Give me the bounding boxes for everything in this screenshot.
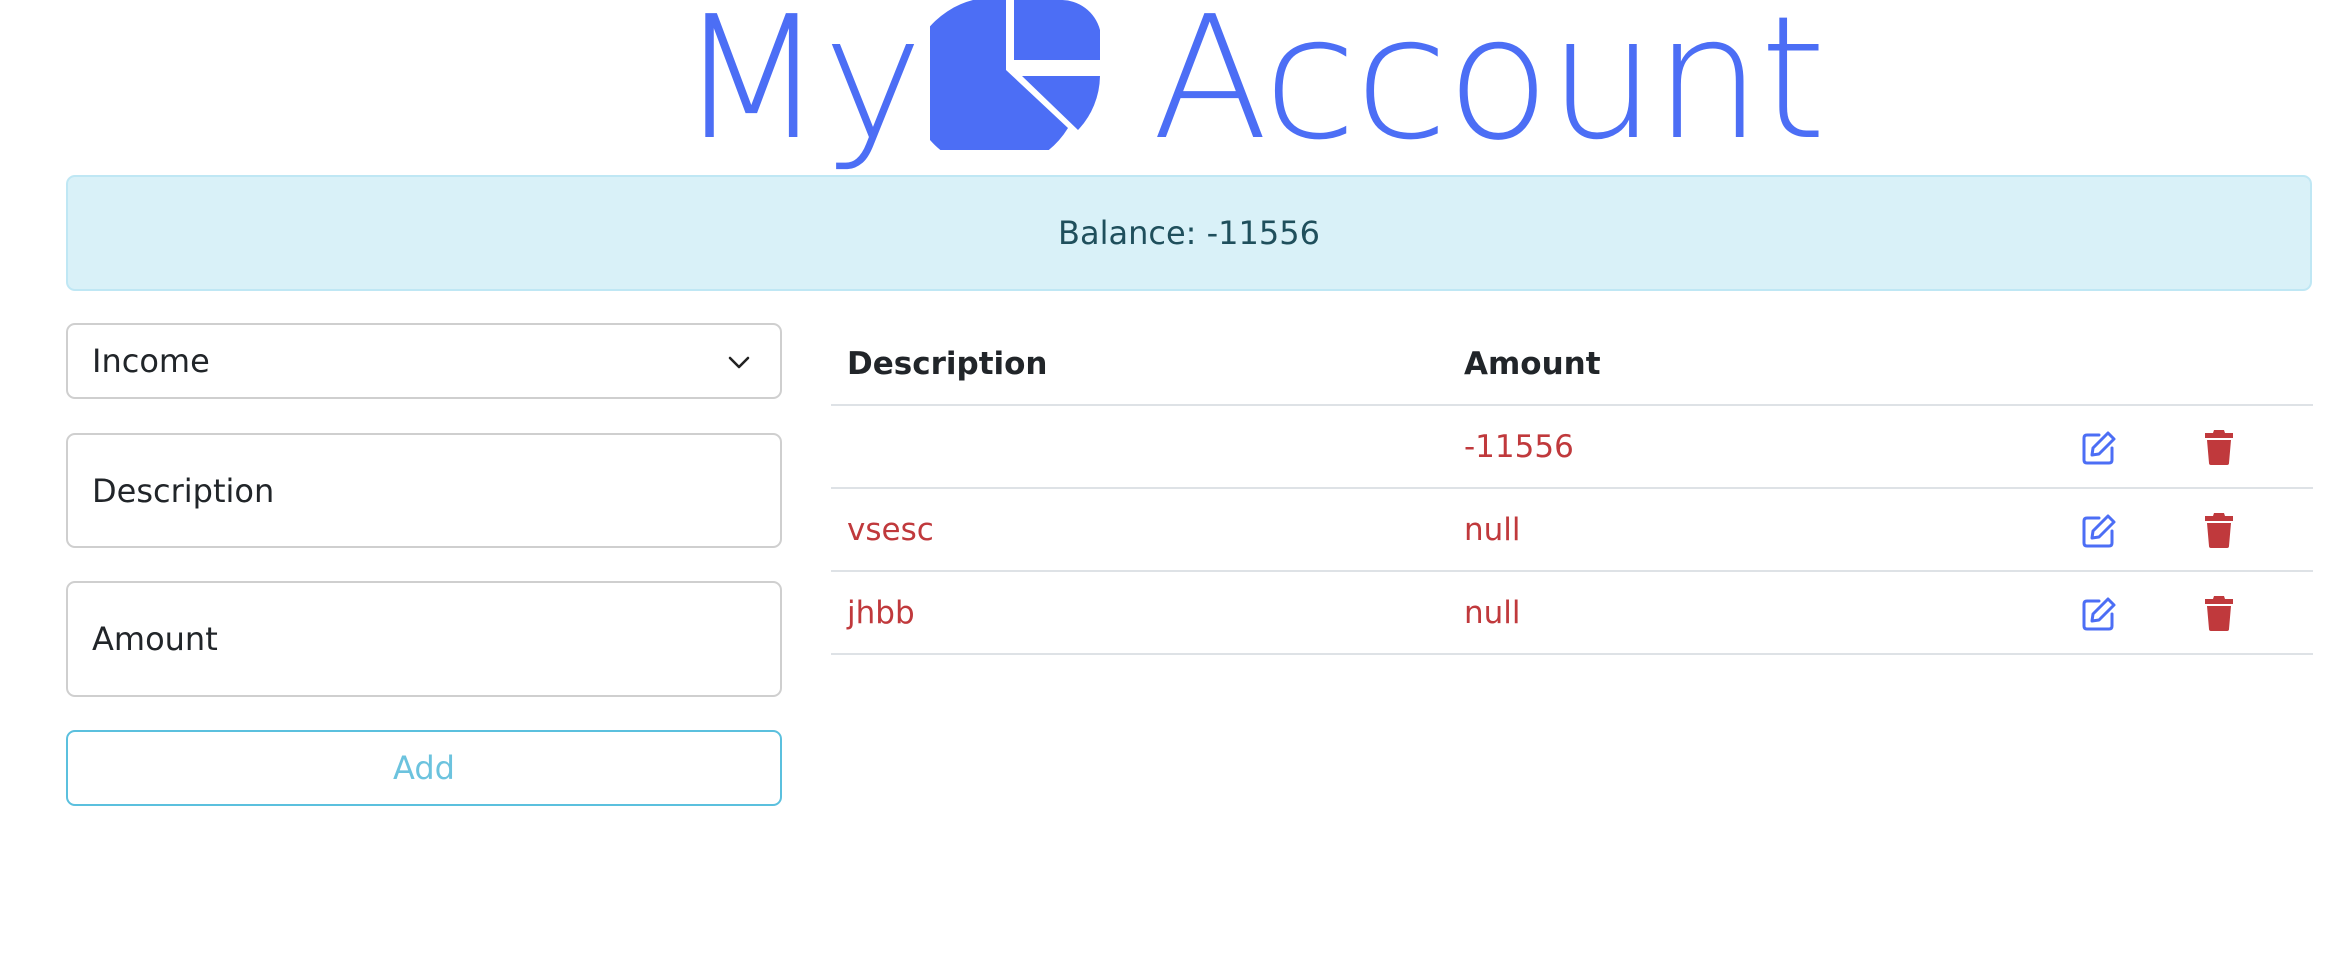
title-account: Account	[1152, 0, 1826, 178]
table-row: vsesc null	[831, 489, 2313, 572]
page-title: My Account	[0, 0, 2338, 168]
transactions-table: Description Amount -11556 vsesc null jhb…	[831, 323, 2313, 655]
add-button[interactable]: Add	[66, 730, 782, 806]
amount-input[interactable]: Amount	[66, 581, 782, 697]
trash-icon[interactable]	[2204, 429, 2234, 465]
balance-alert: Balance: -11556	[66, 175, 2312, 291]
pie-chart-icon	[930, 0, 1100, 150]
amount-placeholder: Amount	[92, 620, 218, 658]
chevron-down-icon	[728, 356, 750, 369]
trash-icon[interactable]	[2204, 595, 2234, 631]
row-amount: null	[1464, 512, 1521, 548]
row-amount: -11556	[1464, 429, 1574, 465]
row-amount: null	[1464, 595, 1521, 631]
row-description	[847, 406, 1447, 488]
table-header-row: Description Amount	[831, 323, 2313, 406]
column-header-amount: Amount	[1464, 346, 1601, 382]
row-description: jhbb	[847, 595, 915, 631]
balance-text: Balance: -11556	[1058, 214, 1320, 252]
table-row: jhbb null	[831, 572, 2313, 655]
type-select-value: Income	[92, 342, 210, 380]
table-row: -11556	[831, 406, 2313, 489]
type-select[interactable]: Income	[66, 323, 782, 399]
edit-icon[interactable]	[2081, 430, 2117, 466]
trash-icon[interactable]	[2204, 512, 2234, 548]
edit-icon[interactable]	[2081, 513, 2117, 549]
row-description: vsesc	[847, 512, 934, 548]
title-my: My	[678, 0, 923, 178]
column-header-description: Description	[847, 346, 1048, 382]
description-input[interactable]: Description	[66, 433, 782, 548]
description-placeholder: Description	[92, 471, 275, 510]
edit-icon[interactable]	[2081, 596, 2117, 632]
